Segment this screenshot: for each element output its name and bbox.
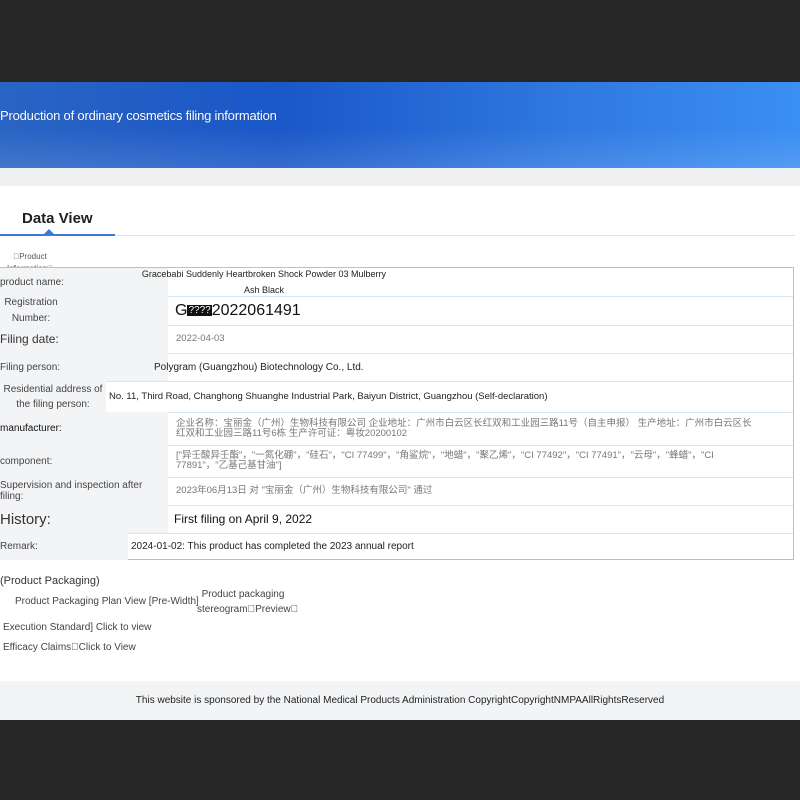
- value-manufacturer: 企业名称：宝丽金（广州）生物科技有限公司 企业地址：广州市白云区长红双和工业园三…: [176, 417, 752, 439]
- value-remark: 2024-01-02: This product has completed t…: [131, 541, 414, 552]
- label-remark: Remark:: [0, 533, 128, 560]
- label-residential-address: Residential address of the filing person…: [0, 381, 106, 412]
- label-component: component:: [0, 445, 168, 477]
- table-row: Supervision and inspection after filing:…: [0, 477, 793, 506]
- packaging-heading: (Product Packaging): [0, 575, 100, 587]
- tab-divider: [115, 235, 795, 236]
- value-residential-address: No. 11, Third Road, Changhong Shuanghe I…: [109, 391, 548, 402]
- main-content: Data View  Product Information  product …: [0, 168, 800, 720]
- value-history: First filing on April 9, 2022: [174, 512, 313, 526]
- top-dark-band: [0, 0, 800, 82]
- reg-prefix: G: [175, 301, 188, 319]
- value-component: ["异壬酸异壬酯"，"一氮化硼"，"硅石"，"CI 77499"，"角鲨烷"，"…: [176, 450, 714, 471]
- label-history: History:: [0, 505, 168, 533]
- header-banner: Production of ordinary cosmetics filing …: [0, 82, 800, 168]
- table-row: Registration Number: G???? 2022061491: [0, 296, 793, 326]
- value-filing-person: Polygram (Guangzhou) Biotechnology Co., …: [154, 361, 364, 373]
- value-supervision: 2023年06月13日 对 "宝丽金（广州）生物科技有限公司" 通过: [176, 485, 433, 496]
- tab-active-indicator: [0, 234, 115, 236]
- label-supervision: Supervision and inspection after filing:: [0, 477, 168, 505]
- table-row: component: ["异壬酸异壬酯"，"一氮化硼"，"硅石"，"CI 774…: [0, 445, 793, 478]
- table-row: Remark: 2024-01-02: This product has com…: [0, 533, 793, 560]
- packaging-plan-view-link[interactable]: Product Packaging Plan View [Pre-Width]: [15, 596, 199, 607]
- stereogram-line-1: Product packaging: [201, 589, 285, 600]
- tab-data-view[interactable]: Data View: [22, 210, 93, 227]
- label-filing-date: Filing date:: [0, 325, 168, 353]
- value-product-name: Gracebabi Suddenly Heartbroken Shock Pow…: [141, 269, 387, 295]
- value-registration-number: G???? 2022061491: [175, 296, 301, 325]
- label-registration-number: Registration Number:: [0, 296, 62, 325]
- label-manufacturer: manufacturer:: [0, 412, 168, 445]
- product-info-table: product name: Gracebabi Suddenly Heartbr…: [0, 267, 794, 560]
- top-strip: [0, 168, 800, 186]
- table-row: History: First filing on April 9, 2022: [0, 505, 793, 534]
- caret-icon: [44, 229, 54, 234]
- efficacy-claims-link[interactable]: Efficacy Claims Click to View: [3, 642, 136, 653]
- bottom-dark-band: [0, 720, 800, 800]
- reg-masked: ????: [187, 305, 212, 316]
- label-filing-person: Filing person:: [0, 353, 168, 381]
- reg-number: 2022061491: [211, 301, 301, 319]
- table-row: manufacturer: 企业名称：宝丽金（广州）生物科技有限公司 企业地址：…: [0, 412, 793, 446]
- execution-standard-link[interactable]: Execution Standard] Click to view: [3, 622, 151, 633]
- footer: This website is sponsored by the Nationa…: [0, 681, 800, 720]
- table-row: Filing date: 2022-04-03: [0, 325, 793, 354]
- stereogram-line-2: stereogram Preview : [197, 604, 299, 615]
- table-row: product name: Gracebabi Suddenly Heartbr…: [0, 268, 793, 297]
- value-filing-date: 2022-04-03: [176, 333, 225, 344]
- footer-text: This website is sponsored by the Nationa…: [135, 695, 665, 706]
- table-row: Filing person: Polygram (Guangzhou) Biot…: [0, 353, 793, 382]
- table-row: Residential address of the filing person…: [0, 381, 793, 413]
- packaging-stereogram-link[interactable]: Product packaging stereogram Preview : [197, 587, 299, 617]
- page-title: Production of ordinary cosmetics filing …: [0, 108, 277, 123]
